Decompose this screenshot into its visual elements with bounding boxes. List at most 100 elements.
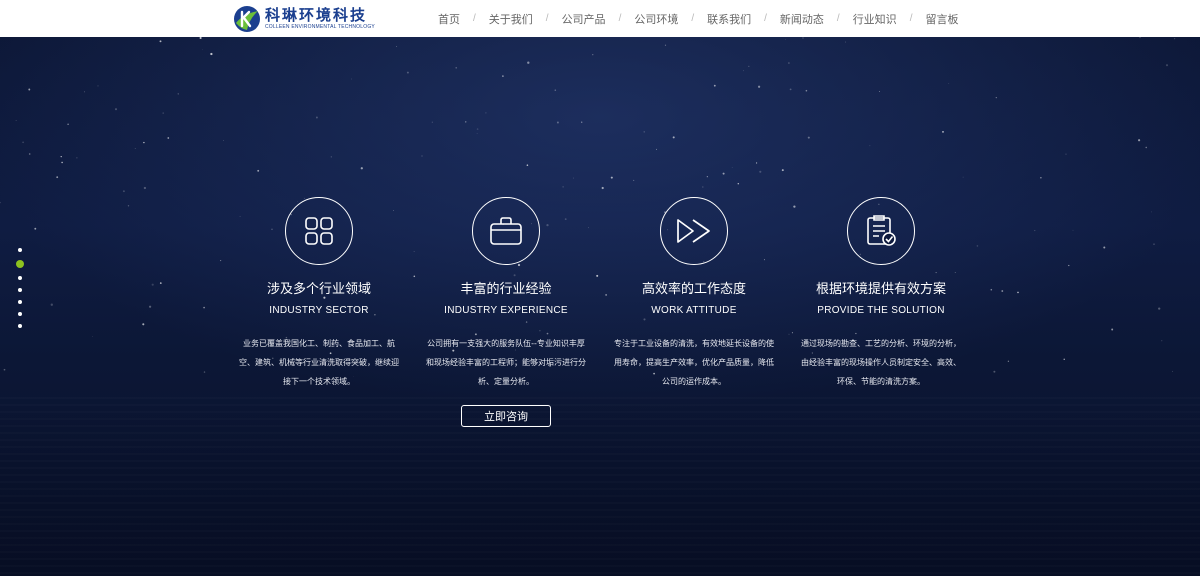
star: [1007, 360, 1010, 362]
pager-dot[interactable]: [18, 248, 22, 252]
star: [722, 172, 725, 175]
star: [784, 39, 786, 40]
star: [0, 201, 1, 204]
star: [502, 75, 504, 77]
star: [143, 141, 145, 144]
feature-subtitle: WORK ATTITUDE: [651, 305, 737, 316]
pager-dot-active[interactable]: [16, 260, 24, 268]
star: [199, 37, 202, 40]
star: [162, 112, 164, 114]
star: [878, 91, 880, 92]
star: [1063, 358, 1065, 360]
star: [633, 179, 635, 181]
star: [1001, 290, 1004, 292]
feature-subtitle: PROVIDE THE SOLUTION: [817, 305, 945, 316]
star: [148, 305, 152, 308]
star: [664, 44, 667, 46]
feature-icon-circle: [660, 197, 728, 265]
star: [15, 119, 17, 121]
star: [1111, 328, 1114, 331]
briefcase-icon: [490, 217, 522, 245]
nav-separator: /: [473, 13, 476, 24]
site-header: 科琳环境科技 COLLEEN ENVIRONMENTAL TECHNOLOGY …: [0, 0, 1200, 37]
nav-separator: /: [618, 13, 622, 24]
star: [421, 155, 423, 157]
star: [993, 370, 996, 373]
star: [202, 49, 203, 51]
pager-dot[interactable]: [18, 276, 22, 280]
star: [330, 156, 332, 158]
nav-item-environment[interactable]: 公司环境: [634, 11, 678, 27]
star: [713, 84, 716, 87]
star: [413, 251, 415, 252]
star: [995, 96, 997, 99]
star: [942, 131, 944, 133]
star: [34, 227, 37, 230]
nav-separator: /: [691, 13, 695, 24]
star: [28, 153, 31, 155]
star: [455, 67, 457, 69]
star: [396, 46, 398, 47]
star: [114, 108, 118, 111]
nav-item-about[interactable]: 关于我们: [489, 11, 533, 27]
pager-dot[interactable]: [18, 300, 22, 304]
pager-dot[interactable]: [18, 288, 22, 292]
star: [743, 70, 744, 72]
star: [788, 333, 790, 335]
feature-icon-circle: [472, 197, 540, 265]
pager-dot[interactable]: [18, 324, 22, 328]
star: [203, 306, 205, 309]
star: [1138, 139, 1141, 142]
star: [315, 116, 318, 119]
star: [759, 170, 762, 173]
feature-title: 丰富的行业经验: [460, 282, 552, 297]
star: [60, 155, 62, 158]
nav-separator: /: [545, 13, 549, 24]
nav-separator: /: [764, 13, 767, 24]
fast-forward-icon: [677, 219, 710, 243]
checklist-icon: [867, 215, 896, 246]
star: [406, 71, 409, 74]
star: [807, 136, 810, 139]
star: [656, 148, 657, 150]
feature-title: 根据环境提供有效方案: [815, 282, 946, 297]
nav-item-contact[interactable]: 联系我们: [707, 11, 751, 27]
nav-separator: /: [836, 13, 840, 24]
star: [1065, 153, 1067, 155]
star: [962, 176, 964, 178]
star: [465, 121, 467, 123]
feature-title: 涉及多个行业领域: [266, 282, 371, 297]
nav-item-knowledge[interactable]: 行业知识: [853, 11, 897, 27]
brand-logo[interactable]: 科琳环境科技 COLLEEN ENVIRONMENTAL TECHNOLOGY: [233, 4, 375, 33]
star: [1034, 230, 1036, 232]
nav-item-products[interactable]: 公司产品: [562, 11, 606, 27]
star: [1103, 246, 1106, 249]
star: [134, 148, 136, 149]
feature-description: 专注于工业设备的清洗，有效地延长设备的使用寿命，提高生产效率，优化产品质量，降低…: [614, 339, 774, 386]
star: [869, 145, 871, 147]
nav-item-news[interactable]: 新闻动态: [780, 11, 824, 27]
star: [1165, 64, 1169, 67]
nav-item-guestbook[interactable]: 留言板: [925, 11, 958, 27]
star: [351, 78, 353, 80]
feature-subtitle: INDUSTRY EXPERIENCE: [444, 305, 568, 316]
feature-description: 业务已覆盖我国化工、制药、食品加工、航空、建筑、机械等行业清洗取得突破，继续迎接…: [239, 339, 399, 386]
star: [159, 40, 162, 43]
star: [476, 128, 479, 130]
nav-item-home[interactable]: 首页: [438, 11, 460, 27]
star: [976, 245, 979, 247]
consult-now-button[interactable]: 立即咨询: [461, 405, 551, 427]
section-pager: [16, 244, 24, 332]
star: [706, 176, 708, 178]
star: [672, 136, 675, 139]
star: [596, 274, 599, 277]
brand-name: 科琳环境科技: [265, 5, 368, 24]
star: [3, 368, 6, 371]
star: [257, 169, 260, 172]
leaf-k-logo-icon: [234, 5, 260, 32]
pager-dot[interactable]: [18, 312, 22, 316]
hero-section: [0, 37, 1200, 576]
star: [526, 164, 529, 166]
feature-provide-solution: 根据环境提供有效方案 PROVIDE THE SOLUTION 通过现场的勘查、…: [791, 197, 971, 391]
star: [1153, 243, 1155, 245]
